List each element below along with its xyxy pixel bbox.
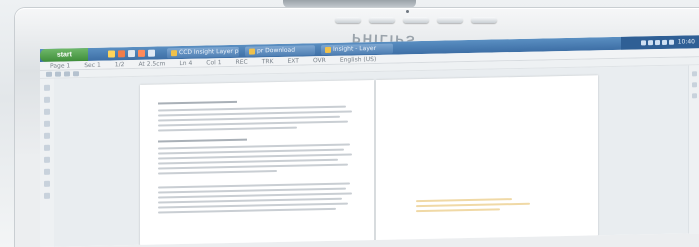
monitor-button-1[interactable] [335,17,361,23]
ruler-mark [44,84,50,91]
taskbar-task-3[interactable]: Insight - Layer [321,43,393,55]
reading-icon[interactable] [73,71,79,77]
task-label: CCD Insight Layer pe... [179,47,239,57]
network-icon[interactable] [640,40,646,46]
heading-line [158,138,248,143]
layout-icon[interactable] [55,71,61,77]
browser-icon[interactable] [128,50,135,58]
outline-icon[interactable] [64,71,70,77]
ruler-mark [44,180,50,187]
view-icon[interactable] [46,71,52,77]
window-icon[interactable] [148,49,155,57]
status-page-count: 1/2 [114,60,125,68]
page-text-block [158,98,356,216]
ruler-mark [44,120,50,127]
text-line [416,198,512,203]
power-led [406,10,409,13]
ruler-mark [44,156,50,163]
status-trk[interactable]: TRK [262,58,274,65]
ruler-mark [44,144,50,151]
ruler-mark [44,168,50,175]
scroll-up-icon[interactable] [691,71,697,77]
document-icon [171,49,177,56]
status-language[interactable]: English (US) [340,55,376,63]
monitor-button-2[interactable] [369,17,395,23]
folder-icon [249,47,255,55]
status-ext[interactable]: EXT [287,57,298,64]
monitor-buttons [335,17,497,23]
status-ovr[interactable]: OVR [313,57,326,64]
monitor-screen: start CCD Insight Layer pe... pr Downloa… [40,35,699,247]
monitor-button-4[interactable] [437,17,463,23]
scroll-down-icon[interactable] [691,93,697,99]
heading-line [158,100,238,105]
folder-icon[interactable] [108,50,115,58]
text-line [416,208,500,213]
monitor-stand [283,0,416,8]
text-line [158,207,337,214]
vertical-scrollbar[interactable] [688,65,699,234]
status-column: Col 1 [206,58,222,67]
update-icon[interactable] [661,39,667,45]
status-section: Sec 1 [84,61,101,69]
page-note [416,195,536,216]
right-page[interactable] [376,75,598,247]
status-page: Page 1 [50,61,71,70]
status-line: Ln 4 [179,59,193,67]
task-label: pr Download [257,46,296,55]
start-label: start [56,51,72,59]
document-icon [325,46,331,53]
left-page[interactable] [140,80,374,247]
media-icon[interactable] [118,50,125,58]
left-ruler [40,78,55,247]
photo-scene: PHILIPS start CCD Insight Layer pe... pr… [0,0,699,247]
text-line [416,202,530,208]
volume-icon[interactable] [647,40,653,46]
ruler-mark [44,132,50,139]
ruler-mark [44,192,50,199]
monitor-button-3[interactable] [403,17,429,23]
status-position: At 2.5cm [138,59,166,68]
task-label: Insight - Layer [333,44,377,53]
text-line [158,120,349,127]
monitor-button-5[interactable] [471,17,497,23]
app-icon[interactable] [138,49,145,57]
quick-launch [108,49,155,58]
ruler-mark [44,96,50,103]
document-workspace[interactable] [54,65,689,247]
taskbar-task-2[interactable]: pr Download [245,44,315,57]
text-line [158,163,349,170]
security-icon[interactable] [654,40,660,46]
text-line [158,170,277,175]
clock[interactable]: 10:40 [678,38,695,45]
scroll-thumb[interactable] [691,82,697,88]
status-rec[interactable]: REC [236,58,248,65]
taskbar-task-1[interactable]: CCD Insight Layer pe... [167,46,239,58]
ruler-mark [44,108,50,115]
text-line [158,126,297,132]
language-icon[interactable] [668,39,674,45]
start-button[interactable]: start [40,47,88,62]
